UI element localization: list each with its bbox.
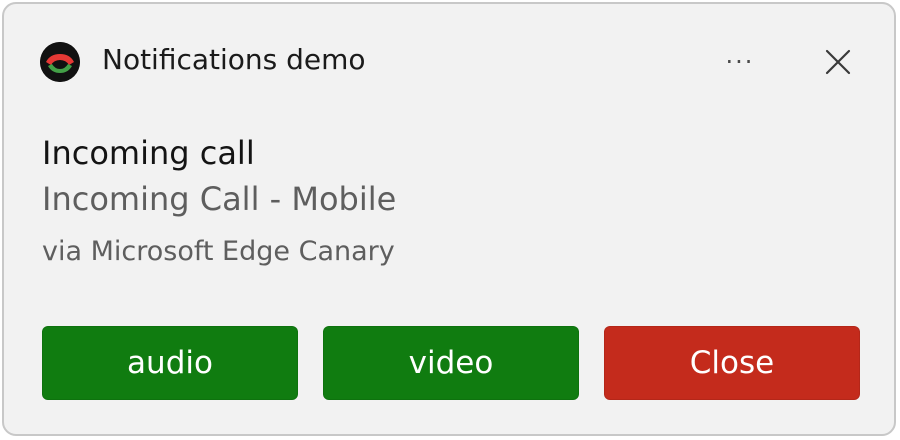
more-options-button[interactable]: ··· — [712, 40, 768, 84]
notification-body: Incoming Call - Mobile — [42, 180, 397, 218]
notification-attribution: via Microsoft Edge Canary — [42, 236, 395, 267]
video-button[interactable]: video — [323, 326, 579, 400]
phone-handset-icon — [40, 42, 80, 82]
close-button[interactable]: Close — [604, 326, 860, 400]
notification-title: Incoming call — [42, 134, 255, 172]
dismiss-button[interactable] — [812, 38, 864, 86]
toast-notification[interactable]: Notifications demo ··· Incoming call Inc… — [2, 2, 896, 436]
app-name: Notifications demo — [102, 43, 366, 76]
audio-button[interactable]: audio — [42, 326, 298, 400]
close-icon — [825, 49, 851, 75]
toast-header: Notifications demo ··· — [4, 4, 894, 114]
